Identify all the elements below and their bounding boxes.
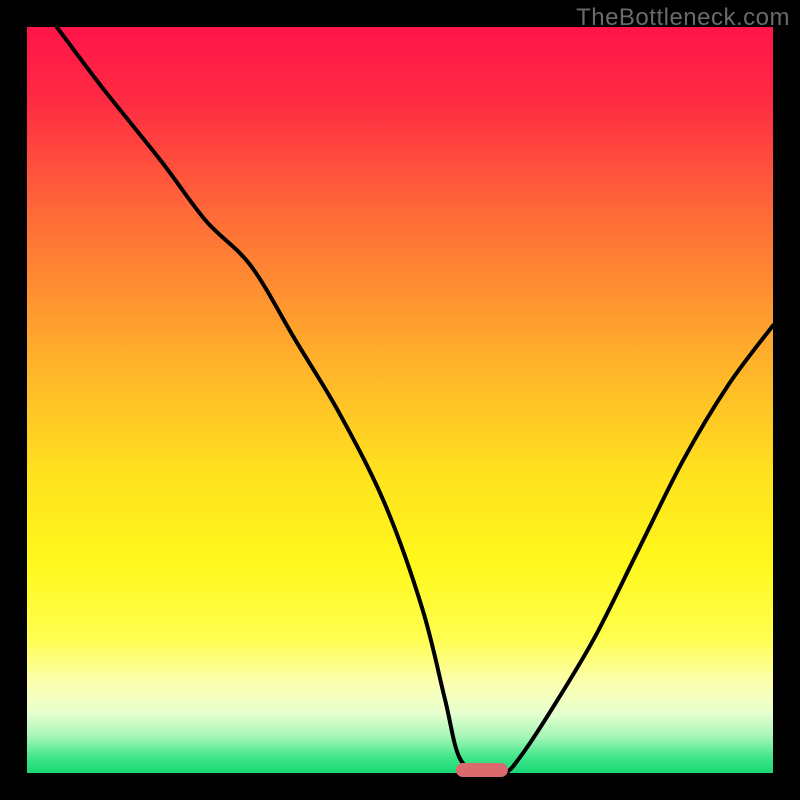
chart-frame: TheBottleneck.com bbox=[0, 0, 800, 800]
optimal-marker bbox=[456, 763, 508, 777]
bottleneck-curve bbox=[27, 27, 773, 773]
plot-area bbox=[27, 27, 773, 773]
watermark-text: TheBottleneck.com bbox=[576, 4, 790, 32]
